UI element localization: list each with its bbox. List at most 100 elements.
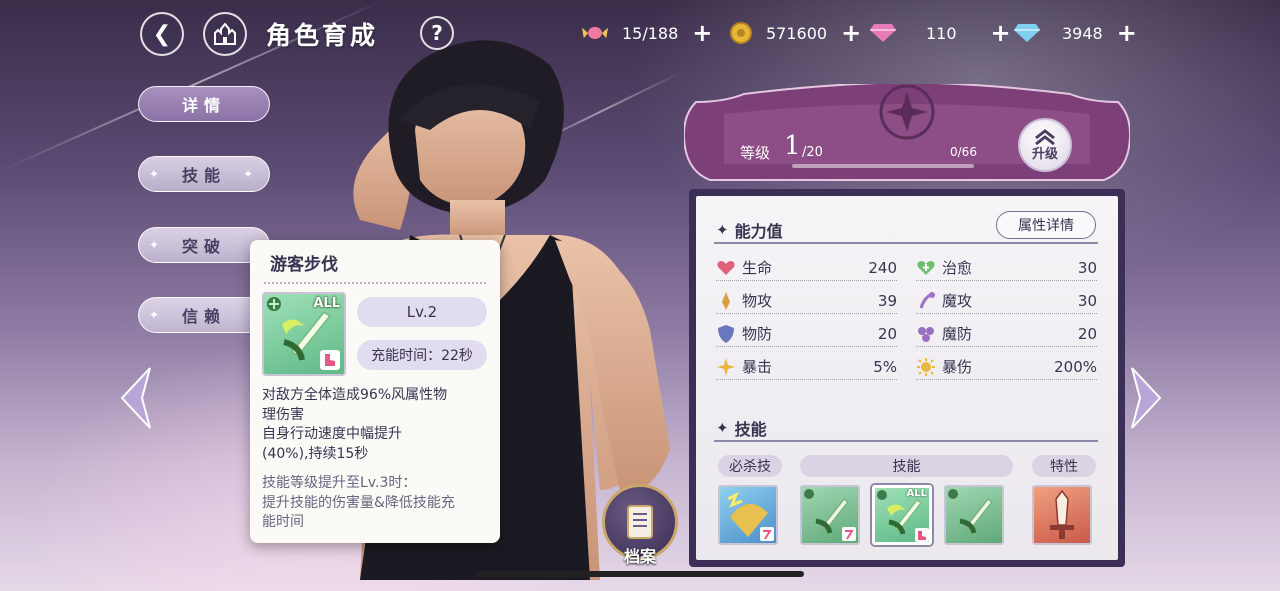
desc-line: (40%),持续15秒: [262, 445, 369, 462]
sparkle-icon: ✦: [716, 221, 729, 239]
target-all-badge: ALL: [313, 296, 340, 311]
upgrade-line: 能时间: [262, 514, 304, 530]
gold-coin-icon: [728, 22, 754, 44]
heal-heart-icon: [916, 258, 936, 278]
stat-value: 240: [868, 258, 897, 277]
attribute-details-button[interactable]: 属性详情: [996, 211, 1096, 239]
skill-upgrade-info: 技能等级提升至Lv.3时： 提升技能的伤害量&降低技能充 能时间: [262, 474, 492, 533]
heart-icon: [716, 258, 736, 278]
stat-row: 暴伤 200%: [916, 354, 1097, 380]
pink-diamond-icon: [870, 22, 896, 44]
stat-row: 治愈 30: [916, 255, 1097, 281]
crit-rate-icon: [716, 357, 736, 377]
desc-line: 对敌方全体造成96%风属性物: [262, 387, 448, 403]
sparkle-icon: ✦: [149, 238, 166, 252]
skill-slot-2-selected[interactable]: ALL: [872, 485, 932, 545]
level-value: 1: [784, 131, 801, 161]
crit-damage-icon: [916, 357, 936, 377]
resource-gold: 571600 +: [728, 20, 861, 46]
stat-value: 5%: [873, 357, 897, 376]
exp-value: 0/66: [950, 145, 977, 159]
home-button[interactable]: [203, 12, 247, 56]
castle-home-icon: [214, 23, 236, 45]
resource-candy: 15/188 +: [582, 20, 712, 46]
sword-trait-icon: [1050, 489, 1074, 539]
stat-name: 物防: [742, 325, 773, 343]
help-button[interactable]: ?: [420, 16, 454, 50]
magic-attack-icon: [916, 291, 936, 311]
next-character-arrow-icon[interactable]: [1128, 366, 1164, 430]
resource-pink-diamond: 110 +: [870, 20, 1011, 46]
desc-line: 理伤害: [262, 406, 304, 423]
notebook-icon: [627, 505, 653, 539]
tab-breakthrough-label: 突破: [181, 237, 226, 256]
skill-slot-ultimate[interactable]: [718, 485, 778, 545]
category-traits: 特性: [1032, 455, 1096, 477]
skill-cooldown: 充能时间：22秒: [357, 340, 487, 370]
archive-label: 档案: [623, 547, 656, 566]
tab-skills[interactable]: ✦ 技能 ✦: [138, 156, 270, 192]
stat-name: 魔攻: [942, 292, 973, 310]
blue-diamond-value: 3948: [1062, 23, 1103, 43]
sword-icon: [804, 489, 856, 541]
blue-diamond-icon: [1014, 22, 1040, 44]
sword-icon: [948, 489, 994, 534]
stat-value: 30: [1077, 258, 1097, 277]
sparkle-icon: ✦: [716, 419, 729, 437]
gold-value: 571600: [766, 23, 828, 43]
add-gold-button[interactable]: +: [841, 21, 861, 45]
tab-trust-label: 信赖: [181, 307, 226, 326]
stat-name: 魔防: [942, 325, 973, 343]
skill-description: 对敌方全体造成96%风属性物 理伤害 自身行动速度中幅提升 (40%),持续15…: [262, 386, 492, 464]
skill-slot-3[interactable]: [944, 485, 1004, 545]
umbrella-lightning-icon: [727, 491, 774, 541]
stat-name: 物攻: [742, 292, 773, 310]
stat-name: 生命: [742, 259, 773, 277]
sparkle-icon: ✦: [149, 167, 166, 181]
tab-skills-label: 技能: [181, 166, 226, 185]
level-label: 等级: [740, 144, 771, 162]
stat-value: 30: [1077, 291, 1097, 310]
candy-value: 15/188: [622, 23, 679, 43]
stats-section-title: ✦ 能力值: [716, 218, 783, 242]
physical-attack-icon: [716, 291, 736, 311]
stat-row: 物防 20: [716, 321, 897, 347]
upgrade-line: 技能等级提升至Lv.3时：: [262, 475, 417, 491]
pink-diamond-value: 110: [926, 23, 957, 43]
candy-icon: [582, 22, 608, 44]
upgrade-button[interactable]: 升级: [1018, 118, 1072, 172]
divider: [714, 242, 1098, 244]
add-pink-diamond-button[interactable]: +: [991, 21, 1011, 45]
target-all-badge: ALL: [906, 488, 927, 499]
page-title: 角色育成: [266, 21, 379, 50]
stat-value: 200%: [1054, 357, 1097, 376]
category-skills: 技能: [800, 455, 1013, 477]
top-bar: ❮ 角色育成 ? 15/188 + 571600 + 110 + 3948 +: [0, 0, 1280, 66]
divider: [714, 440, 1098, 442]
trait-slot[interactable]: [1032, 485, 1092, 545]
stat-row: 生命 240: [716, 255, 897, 281]
upgrade-line: 提升技能的伤害量&降低技能充: [262, 494, 455, 511]
stats-title-text: 能力值: [734, 222, 783, 241]
resource-blue-diamond: 3948 +: [1014, 20, 1137, 46]
stat-row: 暴击 5%: [716, 354, 897, 380]
prev-character-arrow-icon[interactable]: [118, 366, 154, 430]
skills-section-title: ✦ 技能: [716, 416, 767, 440]
skill-level: Lv.2: [357, 297, 487, 327]
skill-slot-1[interactable]: [800, 485, 860, 545]
skills-title-text: 技能: [734, 420, 767, 439]
skill-name: 游客步伐: [270, 255, 338, 275]
question-icon: ?: [431, 21, 443, 45]
category-ultimate: 必杀技: [718, 455, 782, 477]
back-arrow-icon: ❮: [152, 21, 172, 47]
add-blue-diamond-button[interactable]: +: [1117, 21, 1137, 45]
stat-value: 20: [877, 324, 897, 343]
divider: [264, 282, 486, 284]
stat-row: 魔攻 30: [916, 288, 1097, 314]
stat-name: 暴击: [742, 358, 773, 376]
stat-name: 暴伤: [942, 358, 973, 376]
tab-details[interactable]: 详情: [138, 86, 270, 122]
upgrade-label: 升级: [1031, 146, 1058, 162]
add-candy-button[interactable]: +: [692, 21, 712, 45]
back-button[interactable]: ❮: [140, 12, 184, 56]
